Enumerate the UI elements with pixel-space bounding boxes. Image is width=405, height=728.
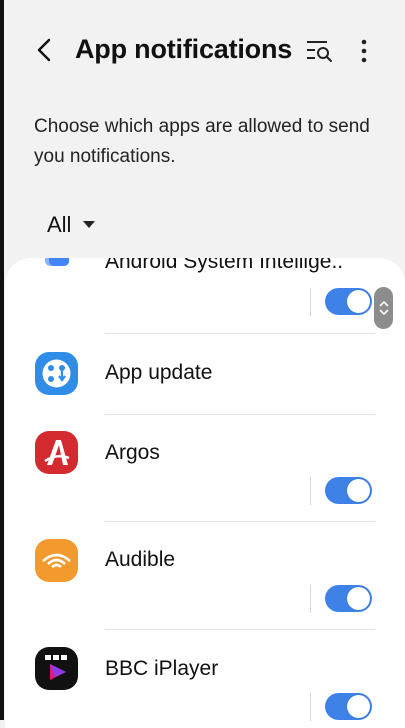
list-item-bbc-iplayer[interactable]: BBC iPlayer [5, 630, 405, 728]
app-list: Android System Intellige.. App update Ar… [5, 258, 405, 728]
chevron-up-icon [378, 300, 389, 307]
page-title: App notifications [75, 34, 293, 64]
screen-edge [0, 0, 4, 720]
back-button[interactable] [32, 36, 60, 64]
search-list-icon [307, 41, 332, 62]
app-name: App update [105, 361, 213, 384]
android-system-intelligence-icon [35, 258, 78, 283]
app-bar: App notifications [0, 18, 405, 82]
notification-toggle[interactable] [325, 585, 372, 612]
chevron-down-icon [378, 309, 389, 316]
more-options-button[interactable] [352, 38, 376, 64]
list-item-argos[interactable]: Argos [5, 415, 405, 521]
notification-toggle[interactable] [325, 693, 372, 720]
more-vertical-icon [361, 39, 367, 63]
toggle-separator [310, 477, 311, 505]
dropdown-caret-icon [83, 220, 96, 228]
list-item-app-update[interactable]: App update [5, 334, 405, 414]
app-name: BBC iPlayer [105, 657, 219, 680]
toggle-separator [310, 693, 311, 721]
page-description: Choose which apps are allowed to send yo… [34, 116, 370, 167]
search-button[interactable] [305, 38, 335, 64]
audible-icon [35, 539, 78, 582]
bbc-iplayer-icon [35, 647, 78, 690]
filter-dropdown[interactable]: All [47, 210, 96, 240]
back-chevron-icon [37, 38, 51, 62]
app-update-icon [35, 352, 78, 395]
filter-selected-label: All [47, 212, 72, 237]
toggle-separator [310, 585, 311, 613]
notification-toggle[interactable] [325, 288, 372, 315]
app-name: Argos [105, 441, 160, 464]
app-name: Android System Intellige.. [105, 258, 344, 273]
fast-scroll-handle[interactable] [374, 287, 393, 329]
toggle-separator [310, 288, 311, 316]
list-item-android-system-intelligence[interactable]: Android System Intellige.. [5, 258, 405, 334]
argos-icon [35, 431, 78, 474]
list-item-audible[interactable]: Audible [5, 522, 405, 629]
app-name: Audible [105, 548, 176, 571]
notification-toggle[interactable] [325, 477, 372, 504]
